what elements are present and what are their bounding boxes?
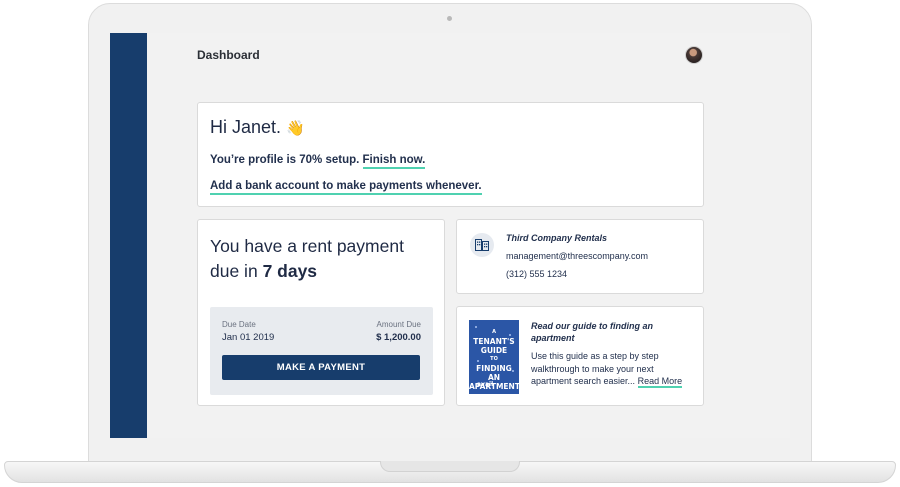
- landlord-phone[interactable]: (312) 555 1234: [506, 269, 567, 279]
- cover-star: [512, 370, 514, 372]
- guide-description: Use this guide as a step by step walkthr…: [531, 350, 696, 388]
- avatar[interactable]: [685, 46, 703, 64]
- make-payment-button[interactable]: MAKE A PAYMENT: [222, 355, 420, 380]
- app-screen: Dashboard Hi Janet. 👋 You’re profile is …: [110, 33, 790, 438]
- cover-line: GUIDE: [480, 346, 508, 355]
- guide-book-cover[interactable]: A TENANT'S GUIDE TO FINDING AN APARTMENT…: [469, 320, 519, 394]
- cover-line: A: [492, 329, 496, 335]
- avail-logo: avail: [477, 381, 494, 388]
- page-title: Dashboard: [197, 48, 260, 62]
- landlord-email[interactable]: management@threescompany.com: [506, 251, 648, 261]
- sidebar: [110, 33, 147, 438]
- add-bank-account-link[interactable]: Add a bank account to make payments when…: [210, 180, 482, 195]
- cover-star: [477, 360, 479, 362]
- landlord-name: Third Company Rentals: [506, 233, 608, 243]
- payment-panel: Due Date Jan 01 2019 Amount Due $ 1,200.…: [210, 307, 433, 395]
- finish-profile-link[interactable]: Finish now.: [362, 154, 426, 169]
- building-icon: [470, 233, 494, 257]
- landlord-card: Third Company Rentals management@threesc…: [456, 219, 704, 294]
- bank-account-prompt: Add a bank account to make payments when…: [210, 180, 482, 195]
- laptop-base-notch: [380, 461, 520, 472]
- camera-dot: [447, 16, 452, 21]
- amount-due-value: $ 1,200.00: [376, 332, 421, 343]
- greeting-card: Hi Janet. 👋 You’re profile is 70% setup.…: [197, 102, 704, 207]
- cover-line: FINDING AN: [476, 364, 512, 382]
- guide-card: A TENANT'S GUIDE TO FINDING AN APARTMENT…: [456, 306, 704, 406]
- cover-star: [509, 334, 511, 336]
- greeting-title: Hi Janet. 👋: [210, 117, 305, 138]
- guide-title: Read our guide to finding an apartment: [531, 321, 653, 343]
- read-more-link[interactable]: Read More: [637, 376, 683, 388]
- profile-status-text: You’re profile is 70% setup.: [210, 154, 360, 166]
- rent-due-heading: You have a rent payment due in 7 days: [210, 234, 434, 284]
- due-date-label: Due Date: [222, 320, 256, 329]
- rent-payment-card: You have a rent payment due in 7 days Du…: [197, 219, 445, 406]
- due-date-value: Jan 01 2019: [222, 332, 275, 343]
- amount-due-label: Amount Due: [376, 320, 421, 329]
- greeting-text: Hi Janet.: [210, 117, 282, 137]
- cover-star: [475, 326, 477, 328]
- profile-status: You’re profile is 70% setup. Finish now.: [210, 154, 426, 169]
- waving-hand-icon: 👋: [286, 120, 305, 137]
- rent-due-days: 7 days: [262, 261, 318, 281]
- cover-line: TENANT'S: [473, 337, 515, 346]
